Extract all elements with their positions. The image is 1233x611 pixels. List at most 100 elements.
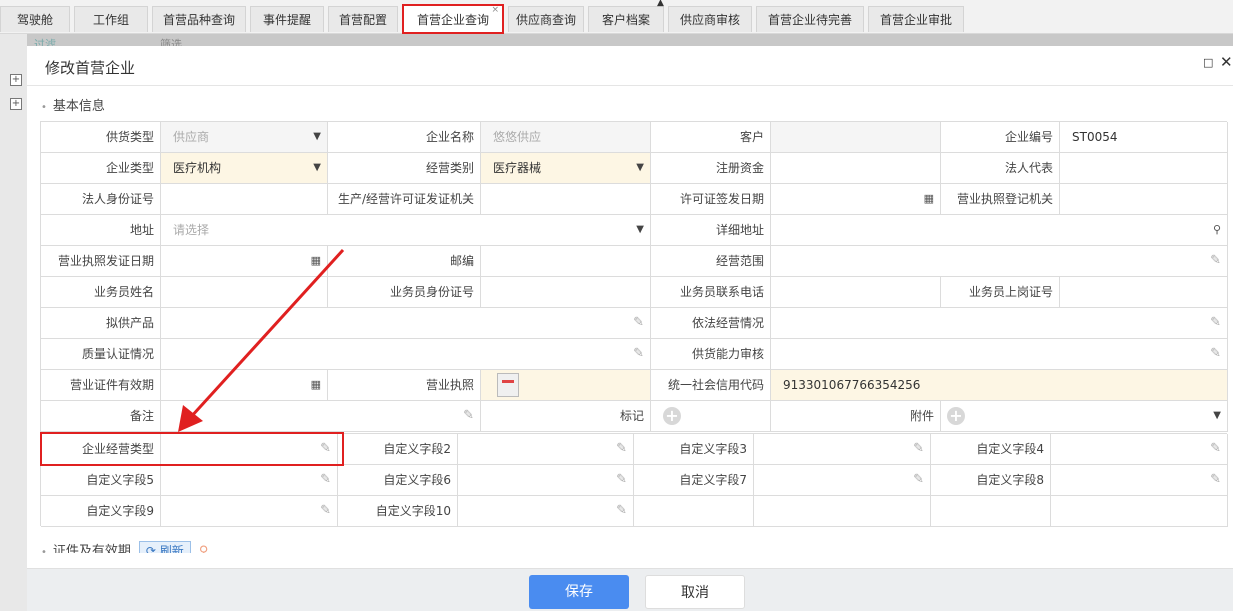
biz-license-authority-input[interactable] — [1060, 184, 1228, 215]
company-no-label: 企业编号 — [941, 122, 1060, 153]
salesman-id-input[interactable] — [481, 277, 651, 308]
custom7-input[interactable]: ✎ — [754, 465, 931, 496]
postcode-input[interactable] — [481, 246, 651, 277]
highlight-box — [40, 432, 344, 466]
edit-icon[interactable]: ✎ — [463, 401, 474, 431]
biz-category-select[interactable]: 医疗器械 ▼ — [481, 153, 651, 184]
edit-icon[interactable]: ✎ — [1210, 434, 1221, 464]
salesman-name-input[interactable] — [161, 277, 328, 308]
tab-cockpit[interactable]: 驾驶舱 — [0, 6, 70, 32]
custom4-input[interactable]: ✎ — [1051, 434, 1228, 465]
biz-license-date-input[interactable]: ▦ — [161, 246, 328, 277]
edit-icon[interactable]: ✎ — [1210, 246, 1221, 276]
company-no-input[interactable]: ST0054 — [1060, 122, 1228, 153]
tab-supplier-query[interactable]: 供应商查询 — [508, 6, 584, 32]
edit-icon[interactable]: ✎ — [633, 339, 644, 369]
biz-license-date-label: 营业执照发证日期 — [41, 246, 161, 277]
customer-input[interactable] — [771, 122, 941, 153]
custom5-label: 自定义字段5 — [41, 465, 161, 496]
edit-icon[interactable]: ✎ — [1210, 308, 1221, 338]
legal-id-input[interactable] — [161, 184, 328, 215]
location-pin-icon[interactable]: ⚲ — [1213, 215, 1221, 245]
supply-capacity-input[interactable]: ✎ — [771, 339, 1228, 370]
maximize-icon[interactable]: □ — [1203, 56, 1213, 69]
custom6-input[interactable]: ✎ — [458, 465, 634, 496]
license-issue-date-input[interactable]: ▦ — [771, 184, 941, 215]
planned-product-input[interactable]: ✎ — [161, 308, 651, 339]
company-type-select[interactable]: 医疗机构 ▼ — [161, 153, 328, 184]
detail-address-input[interactable]: ⚲ — [771, 215, 1228, 246]
supply-capacity-label: 供货能力审核 — [651, 339, 771, 370]
quality-cert-input[interactable]: ✎ — [161, 339, 651, 370]
salesman-phone-input[interactable] — [771, 277, 941, 308]
tab-event-reminder[interactable]: 事件提醒 — [250, 6, 324, 32]
add-attachment-icon[interactable]: + — [947, 407, 965, 425]
salesman-cert-input[interactable] — [1060, 277, 1228, 308]
close-icon[interactable]: ✕ — [1220, 53, 1233, 71]
tab-product-query[interactable]: 首营品种查询 — [152, 6, 246, 32]
legal-rep-input[interactable] — [1060, 153, 1228, 184]
hint-icon[interactable]: ♀ — [199, 544, 209, 553]
company-name-label: 企业名称 — [328, 122, 481, 153]
license-image-icon[interactable] — [497, 373, 519, 397]
biz-license-upload[interactable] — [481, 370, 651, 401]
tab-company-approval[interactable]: 首营企业审批 — [868, 6, 964, 32]
reg-capital-input[interactable] — [771, 153, 941, 184]
dropdown-icon[interactable]: ▼ — [1213, 401, 1221, 431]
address-select[interactable]: 请选择 ▼ — [161, 215, 651, 246]
custom4-label: 自定义字段4 — [931, 434, 1051, 465]
reg-capital-label: 注册资金 — [651, 153, 771, 184]
license-issue-date-label: 许可证签发日期 — [651, 184, 771, 215]
edit-icon[interactable]: ✎ — [1210, 465, 1221, 495]
edit-icon[interactable]: ✎ — [616, 465, 627, 495]
company-name-input[interactable]: 悠悠供应 — [481, 122, 651, 153]
salesman-id-label: 业务员身份证号 — [328, 277, 481, 308]
custom9-label: 自定义字段9 — [41, 496, 161, 527]
salesman-phone-label: 业务员联系电话 — [651, 277, 771, 308]
calendar-icon[interactable]: ▦ — [924, 184, 934, 214]
edit-icon[interactable]: ✎ — [633, 308, 644, 338]
custom10-input[interactable]: ✎ — [458, 496, 634, 527]
supply-type-select[interactable]: 供应商 ▼ — [161, 122, 328, 153]
dropdown-icon: ▼ — [636, 162, 644, 173]
edit-icon[interactable]: ✎ — [913, 465, 924, 495]
refresh-button[interactable]: ⟳ 刷新 — [138, 541, 191, 553]
tab-customer-archive[interactable]: 客户档案 — [588, 6, 664, 32]
cancel-button[interactable]: 取消 — [645, 575, 745, 609]
cert-validity-input[interactable]: ▦ — [161, 370, 328, 401]
tab-supplier-review[interactable]: 供应商审核 — [668, 6, 752, 32]
edit-icon[interactable]: ✎ — [616, 496, 627, 526]
credit-code-label: 统一社会信用代码 — [651, 370, 771, 401]
expand-icon[interactable]: + — [10, 98, 22, 110]
edit-icon[interactable]: ✎ — [913, 434, 924, 464]
calendar-icon[interactable]: ▦ — [311, 370, 321, 400]
tab-config[interactable]: 首营配置 — [328, 6, 398, 32]
tab-close-icon[interactable]: × — [491, 4, 499, 16]
biz-scope-input[interactable]: ✎ — [771, 246, 1228, 277]
custom9-input[interactable]: ✎ — [161, 496, 338, 527]
calendar-icon[interactable]: ▦ — [311, 246, 321, 276]
custom2-input[interactable]: ✎ — [458, 434, 634, 465]
custom3-input[interactable]: ✎ — [754, 434, 931, 465]
save-button[interactable]: 保存 — [529, 575, 629, 609]
tab-company-query[interactable]: 首营企业查询 × — [402, 4, 504, 34]
custom8-input[interactable]: ✎ — [1051, 465, 1228, 496]
custom5-input[interactable]: ✎ — [161, 465, 338, 496]
edit-icon[interactable]: ✎ — [320, 496, 331, 526]
edit-icon[interactable]: ✎ — [1210, 339, 1221, 369]
edit-icon[interactable]: ✎ — [616, 434, 627, 464]
mark-field: + — [651, 401, 771, 432]
tab-company-pending[interactable]: 首营企业待完善 — [756, 6, 864, 32]
cert-validity-label: 营业证件有效期 — [41, 370, 161, 401]
license-authority-label: 生产/经营许可证发证机关 — [328, 184, 481, 215]
edit-icon[interactable]: ✎ — [320, 465, 331, 495]
remark-input[interactable]: ✎ — [161, 401, 481, 432]
tab-workgroup[interactable]: 工作组 — [74, 6, 148, 32]
credit-code-input[interactable]: 913301067766354256 — [771, 370, 1228, 401]
salesman-cert-label: 业务员上岗证号 — [941, 277, 1060, 308]
refresh-icon: ⟳ — [145, 544, 160, 553]
add-mark-icon[interactable]: + — [663, 407, 681, 425]
lawful-biz-input[interactable]: ✎ — [771, 308, 1228, 339]
expand-icon[interactable]: + — [10, 74, 22, 86]
license-authority-input[interactable] — [481, 184, 651, 215]
